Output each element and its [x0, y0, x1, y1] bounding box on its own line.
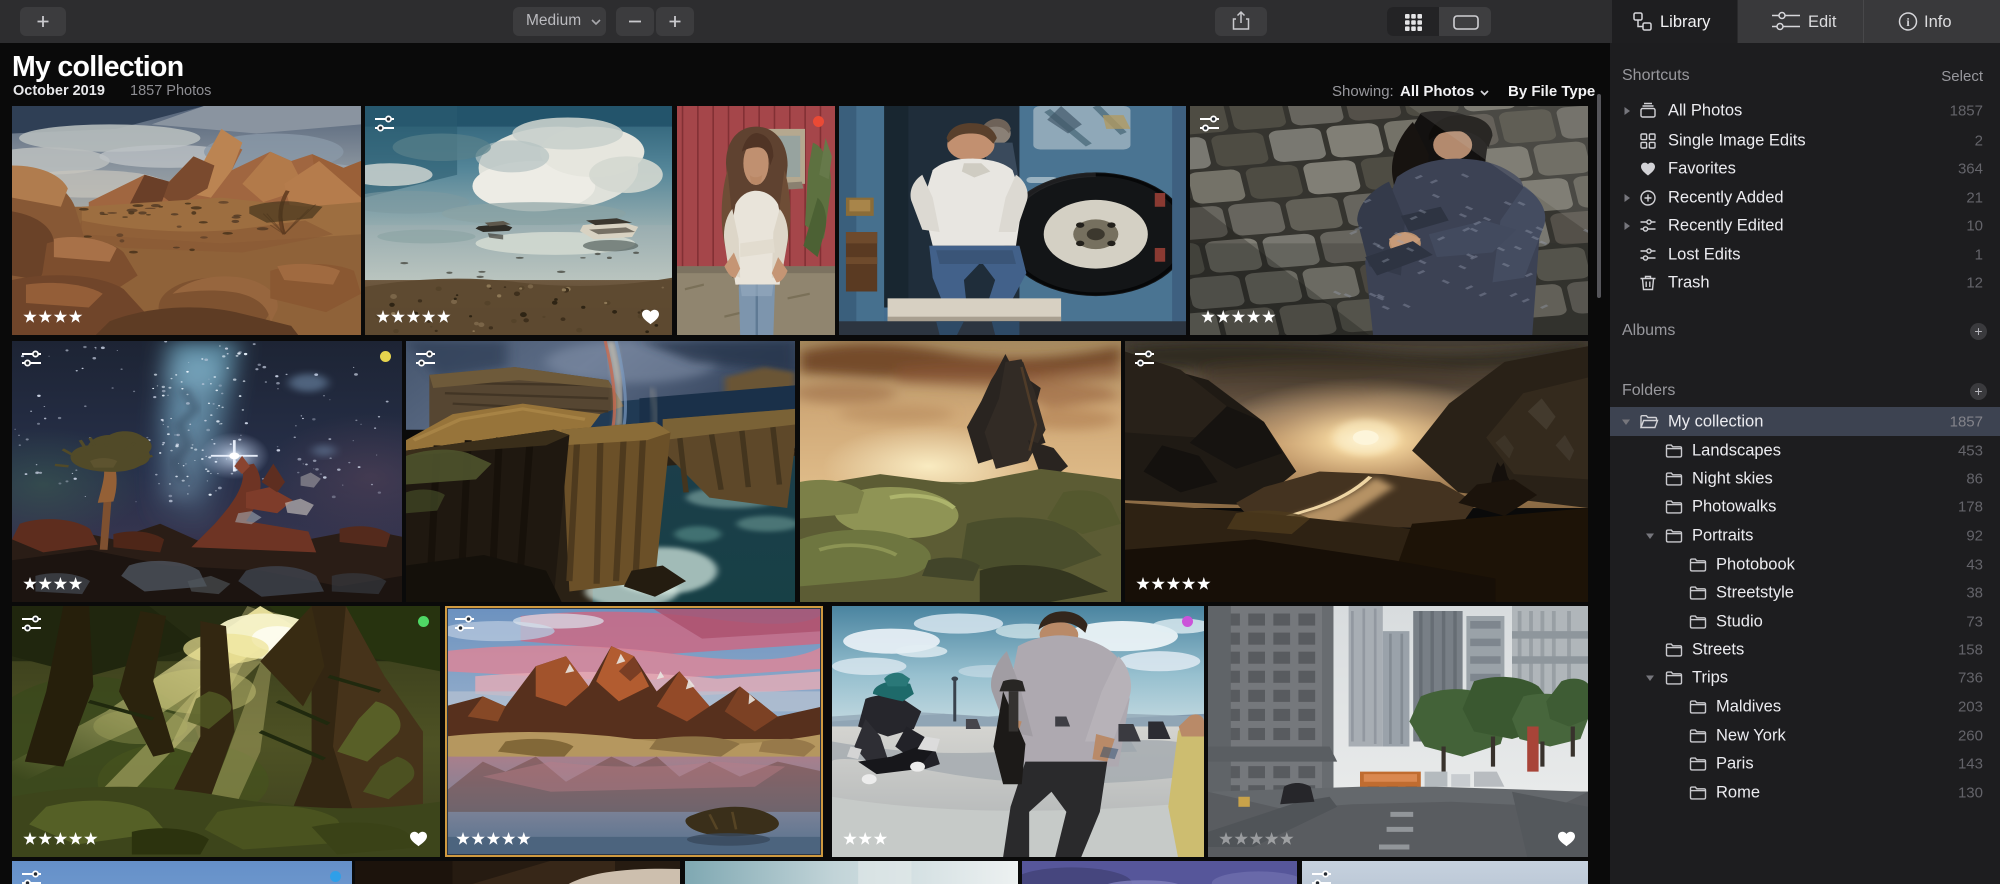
svg-text:Edit: Edit — [1808, 13, 1837, 31]
svg-text:Info: Info — [1924, 13, 1952, 31]
svg-text:Library: Library — [1660, 13, 1711, 31]
svg-text:i: i — [1906, 15, 1910, 29]
